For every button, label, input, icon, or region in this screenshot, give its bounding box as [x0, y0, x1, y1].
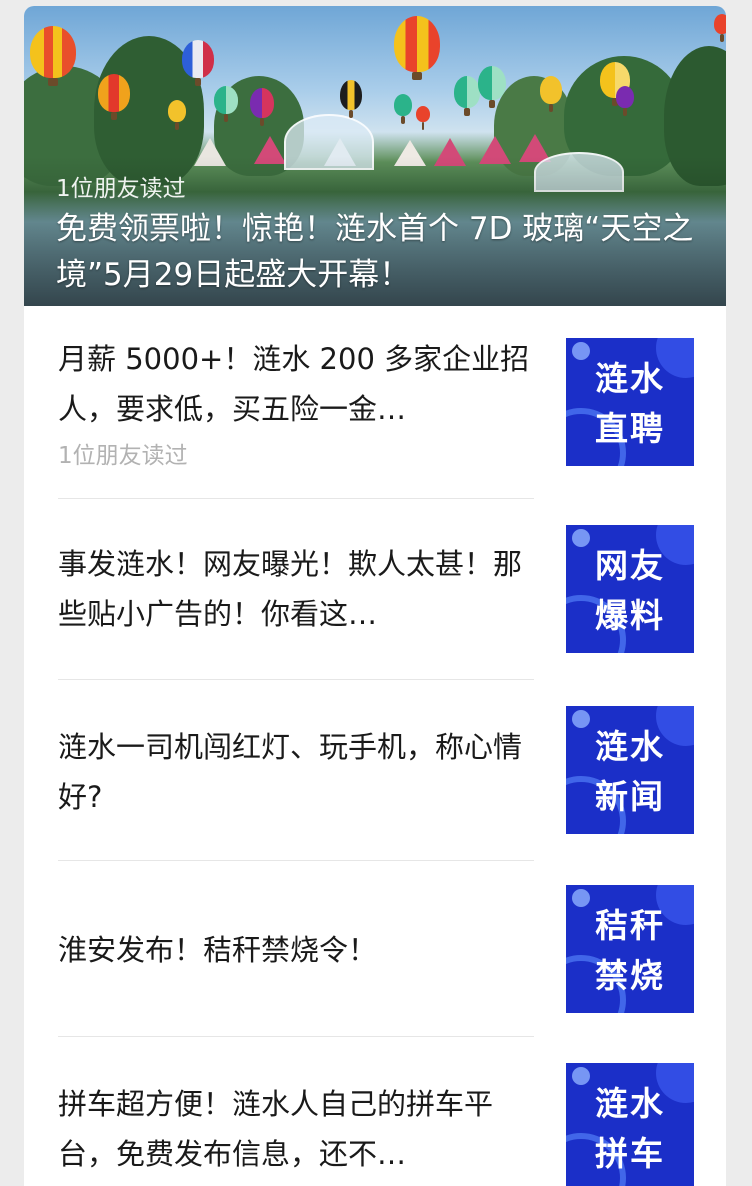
article-title[interactable]: 拼车超方便！涟水人自己的拼车平台，免费发布信息，还不… — [58, 1079, 548, 1179]
featured-article[interactable]: 1位朋友读过 免费领票啦！惊艳！涟水首个 7D 玻璃“天空之境”5月29日起盛大… — [24, 6, 726, 306]
thumbnail-label: 涟水 — [595, 359, 665, 398]
thumbnail-label: 秸秆 — [595, 906, 665, 945]
article-read-by: 1位朋友读过 — [58, 443, 188, 469]
list-item[interactable]: 月薪 5000+！涟水 200 多家企业招人，要求低，买五险一金… 1位朋友读过… — [24, 306, 726, 498]
list-item[interactable]: 淮安发布！秸秆禁烧令！ 秸秆 禁烧 — [24, 861, 726, 1036]
article-thumbnail[interactable]: 涟水 拼车 — [566, 1063, 694, 1186]
article-title[interactable]: 淮安发布！秸秆禁烧令！ — [58, 925, 548, 975]
thumbnail-label: 爆料 — [595, 596, 665, 635]
featured-article-title[interactable]: 免费领票啦！惊艳！涟水首个 7D 玻璃“天空之境”5月29日起盛大开幕！ — [56, 206, 706, 298]
thumbnail-label: 网友 — [595, 546, 665, 585]
article-list-card: 1位朋友读过 免费领票啦！惊艳！涟水首个 7D 玻璃“天空之境”5月29日起盛大… — [24, 6, 726, 1186]
article-thumbnail[interactable]: 网友 爆料 — [566, 525, 694, 653]
thumbnail-label: 涟水 — [595, 727, 665, 766]
list-item[interactable]: 涟水一司机闯红灯、玩手机，称心情好? 涟水 新闻 — [24, 680, 726, 860]
article-thumbnail[interactable]: 秸秆 禁烧 — [566, 885, 694, 1013]
article-thumbnail[interactable]: 涟水 新闻 — [566, 706, 694, 834]
thumbnail-label: 直聘 — [595, 409, 665, 448]
article-title[interactable]: 事发涟水！网友曝光！欺人太甚！那些贴小广告的！你看这… — [58, 539, 548, 639]
thumbnail-label: 禁烧 — [595, 956, 665, 995]
list-item[interactable]: 拼车超方便！涟水人自己的拼车平台，免费发布信息，还不… 涟水 拼车 — [24, 1037, 726, 1186]
article-thumbnail[interactable]: 涟水 直聘 — [566, 338, 694, 466]
article-title[interactable]: 涟水一司机闯红灯、玩手机，称心情好? — [58, 722, 548, 822]
list-item[interactable]: 事发涟水！网友曝光！欺人太甚！那些贴小广告的！你看这… 网友 爆料 — [24, 499, 726, 679]
thumbnail-label: 涟水 — [595, 1084, 665, 1123]
article-title[interactable]: 月薪 5000+！涟水 200 多家企业招人，要求低，买五险一金… — [58, 334, 548, 434]
thumbnail-label: 新闻 — [595, 777, 665, 816]
featured-read-by: 1位朋友读过 — [56, 176, 186, 202]
thumbnail-label: 拼车 — [595, 1134, 665, 1173]
